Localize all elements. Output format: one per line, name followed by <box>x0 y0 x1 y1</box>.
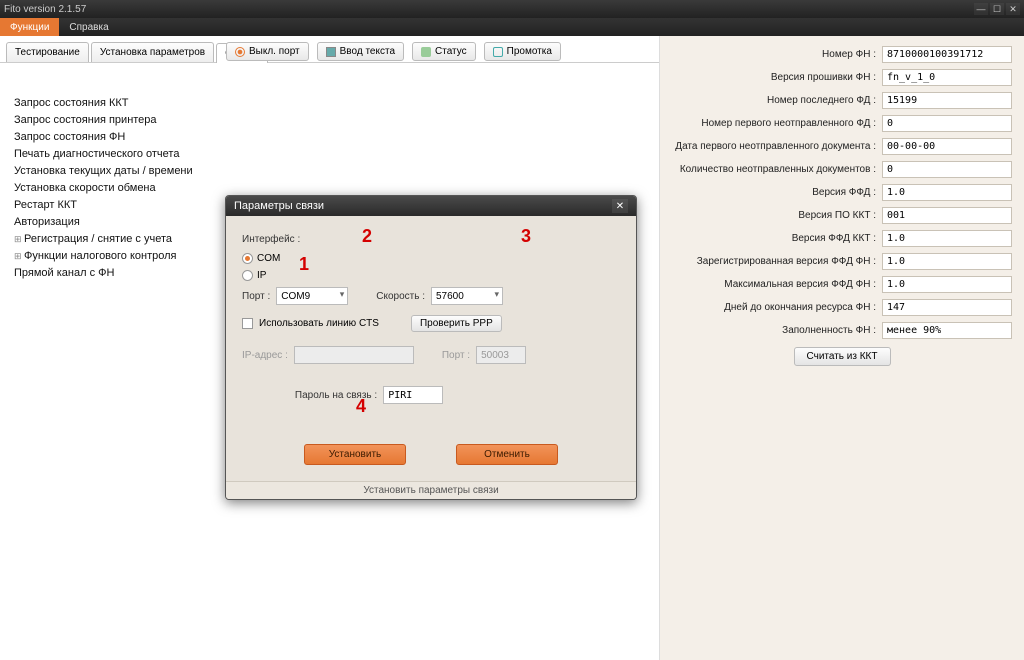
password-input[interactable] <box>383 386 443 404</box>
port-select[interactable] <box>276 287 348 305</box>
password-label: Пароль на связь : <box>295 390 377 401</box>
info-value[interactable] <box>882 115 1012 132</box>
menu-bar: Функции Справка <box>0 18 1024 36</box>
status-label: Статус <box>435 46 467 57</box>
tree-item[interactable]: Установка текущих даты / времени <box>14 163 651 180</box>
toolbar: Выкл. порт Ввод текста Статус Промотка <box>220 36 567 67</box>
radio-icon <box>242 270 253 281</box>
tree-item[interactable]: Запрос состояния принтера <box>14 112 651 129</box>
radio-ip-label: IP <box>257 270 266 281</box>
dialog-title: Параметры связи <box>234 200 612 212</box>
tree-item[interactable]: Запрос состояния ККТ <box>14 95 651 112</box>
close-button[interactable]: ✕ <box>1006 3 1020 15</box>
text-icon <box>326 47 336 57</box>
info-label: Зарегистрированная версия ФФД ФН : <box>697 256 876 267</box>
info-value[interactable] <box>882 69 1012 86</box>
tree-item[interactable]: Запрос состояния ФН <box>14 129 651 146</box>
radio-ip[interactable]: IP <box>242 270 334 281</box>
info-label: Версия ПО ККТ : <box>798 210 876 221</box>
info-value[interactable] <box>882 207 1012 224</box>
info-label: Номер первого неотправленного ФД : <box>701 118 876 129</box>
check-ppp-button[interactable]: Проверить PPP <box>411 315 502 332</box>
info-label: Версия ФФД : <box>812 187 876 198</box>
menu-help[interactable]: Справка <box>59 18 118 36</box>
info-value[interactable] <box>882 322 1012 339</box>
info-label: Максимальная версия ФФД ФН : <box>724 279 876 290</box>
cts-checkbox[interactable] <box>242 318 253 329</box>
info-label: Номер ФН : <box>822 49 876 60</box>
ip-port-label: Порт : <box>442 350 470 361</box>
dialog-status: Установить параметры связи <box>226 481 636 499</box>
tab-params[interactable]: Установка параметров <box>91 42 214 62</box>
input-text-label: Ввод текста <box>340 46 395 57</box>
annotation-3: 3 <box>521 226 531 247</box>
window-title: Fito version 2.1.57 <box>4 4 974 15</box>
info-value[interactable] <box>882 230 1012 247</box>
info-value[interactable] <box>882 253 1012 270</box>
tree-item[interactable]: Печать диагностического отчета <box>14 146 651 163</box>
scroll-icon <box>493 47 503 57</box>
info-value[interactable] <box>882 184 1012 201</box>
info-value[interactable] <box>882 161 1012 178</box>
annotation-2: 2 <box>362 226 372 247</box>
info-label: Количество неотправленных документов : <box>680 164 876 175</box>
speed-select[interactable] <box>431 287 503 305</box>
info-value[interactable] <box>882 92 1012 109</box>
dialog-titlebar[interactable]: Параметры связи ✕ <box>226 196 636 216</box>
connection-params-dialog: Параметры связи ✕ 1 2 3 4 Интерфейс : CO… <box>225 195 637 500</box>
status-button[interactable]: Статус <box>412 42 476 61</box>
ip-label: IP-адрес : <box>242 350 288 361</box>
cancel-button[interactable]: Отменить <box>456 444 558 465</box>
cts-label: Использовать линию CTS <box>259 318 379 329</box>
status-icon <box>421 47 431 57</box>
info-label: Дата первого неотправленного документа : <box>675 141 876 152</box>
scroll-label: Промотка <box>507 46 552 57</box>
radio-icon <box>242 253 253 264</box>
radio-com-label: COM <box>257 253 280 264</box>
info-value[interactable] <box>882 46 1012 63</box>
info-label: Версия ФФД ККТ : <box>792 233 876 244</box>
info-label: Заполненность ФН : <box>782 325 876 336</box>
radio-com[interactable]: COM <box>242 253 334 264</box>
info-label: Номер последнего ФД : <box>767 95 876 106</box>
interface-label: Интерфейс : <box>242 234 334 245</box>
dialog-close-button[interactable]: ✕ <box>612 199 628 213</box>
ip-port-input <box>476 346 526 364</box>
minimize-button[interactable]: — <box>974 3 988 15</box>
scroll-button[interactable]: Промотка <box>484 42 561 61</box>
info-panel: Номер ФН : Версия прошивки ФН : Номер по… <box>660 36 1024 660</box>
menu-functions[interactable]: Функции <box>0 18 59 36</box>
set-button[interactable]: Установить <box>304 444 406 465</box>
speed-label: Скорость : <box>376 291 425 302</box>
read-from-kkt-button[interactable]: Считать из ККТ <box>794 347 891 366</box>
tab-testing[interactable]: Тестирование <box>6 42 89 62</box>
info-label: Дней до окончания ресурса ФН : <box>724 302 876 313</box>
maximize-button[interactable]: ☐ <box>990 3 1004 15</box>
info-value[interactable] <box>882 299 1012 316</box>
ip-input <box>294 346 414 364</box>
info-label: Версия прошивки ФН : <box>771 72 876 83</box>
port-off-button[interactable]: Выкл. порт <box>226 42 309 61</box>
info-value[interactable] <box>882 276 1012 293</box>
power-icon <box>235 47 245 57</box>
window-titlebar: Fito version 2.1.57 — ☐ ✕ <box>0 0 1024 18</box>
port-label: Порт : <box>242 291 270 302</box>
info-value[interactable] <box>882 138 1012 155</box>
port-off-label: Выкл. порт <box>249 46 300 57</box>
input-text-button[interactable]: Ввод текста <box>317 42 404 61</box>
